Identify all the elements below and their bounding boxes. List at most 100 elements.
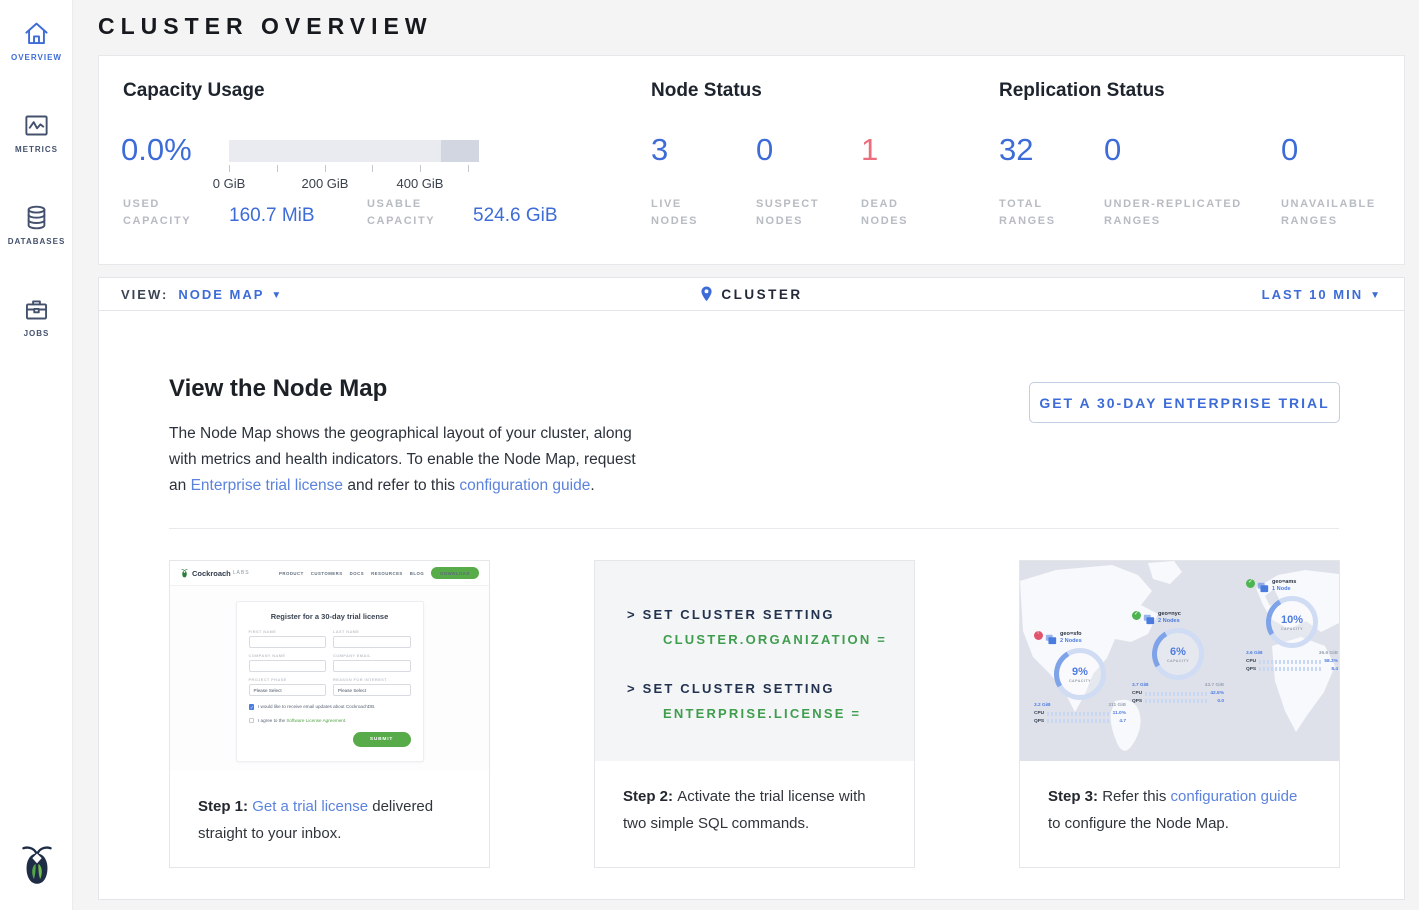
sidebar-item-overview[interactable]: OVERVIEW: [0, 16, 73, 68]
step-1-card: Cockroach LABS PRODUCT CUSTOMERS DOCS RE…: [169, 560, 490, 868]
sql-keyword: SET CLUSTER SETTING: [643, 607, 835, 622]
unavailable-ranges-label: UNAVAILABLE RANGES: [1281, 196, 1391, 230]
sidebar-item-label: METRICS: [0, 145, 73, 154]
qps-label: QPS: [1246, 667, 1256, 672]
mini-nav-item: CUSTOMERS: [311, 571, 343, 576]
sidebar-item-label: OVERVIEW: [0, 53, 73, 62]
mini-download-button: DOWNLOAD: [431, 567, 479, 579]
used-capacity-value: 160.7 MiB: [229, 205, 315, 227]
gauge-label: CAPACITY: [1069, 679, 1091, 683]
time-range-dropdown[interactable]: LAST 10 MIN ▼: [1262, 287, 1382, 302]
tick-label: 400 GiB: [393, 176, 447, 191]
step-3-label: Step 3:: [1048, 788, 1102, 805]
sql-prompt: >: [627, 681, 637, 696]
mini-nav-item: PRODUCT: [279, 571, 304, 576]
view-dropdown[interactable]: NODE MAP▼: [178, 287, 283, 302]
gauge-label: CAPACITY: [1167, 659, 1189, 663]
gauge-label: CAPACITY: [1281, 627, 1303, 631]
dead-nodes-value: 1: [861, 132, 878, 168]
step-2-card: > SET CLUSTER SETTING CLUSTER.ORGANIZATI…: [594, 560, 915, 868]
field-label: COMPANY EMAIL: [333, 653, 411, 658]
warning-status-icon: [1034, 631, 1043, 640]
page-title: CLUSTER OVERVIEW: [98, 13, 433, 40]
briefcase-icon: [23, 296, 50, 323]
unavailable-ranges-value: 0: [1281, 132, 1298, 168]
mini-nav-item: RESOURCES: [371, 571, 403, 576]
dead-nodes-label: DEAD NODES: [861, 196, 941, 230]
step-1-caption: Step 1: Get a trial license delivered st…: [170, 771, 489, 847]
capacity-usage-title: Capacity Usage: [123, 80, 265, 102]
view-toolbar: VIEW: NODE MAP▼ CLUSTER LAST 10 MIN▼: [98, 277, 1405, 311]
get-trial-license-link[interactable]: Get a trial license: [252, 798, 368, 815]
qps-label: QPS: [1034, 719, 1044, 724]
sidebar-item-jobs[interactable]: JOBS: [0, 292, 73, 344]
view-dropdown-value: NODE MAP: [178, 287, 264, 302]
chevron-down-icon: ▼: [1370, 290, 1382, 301]
mini-site-nav: PRODUCT CUSTOMERS DOCS RESOURCES BLOG DO…: [279, 567, 479, 579]
nodes-stack-icon: [1257, 581, 1269, 593]
cpu-sparkline: [1145, 692, 1207, 696]
cpu-label: CPU: [1246, 659, 1256, 664]
caption-text: Refer this: [1102, 788, 1170, 805]
field-label: COMPANY NAME: [249, 653, 327, 658]
suspect-nodes-label: SUSPECT NODES: [756, 196, 836, 230]
usable-capacity-value: 524.6 GiB: [473, 205, 558, 227]
qps-sparkline: [1047, 719, 1109, 723]
field-label: REASON FOR INTEREST: [333, 677, 411, 682]
capacity-axis-labels: 0 GiB 200 GiB 400 GiB: [229, 176, 479, 192]
checkbox-checked-icon: [249, 704, 255, 710]
enterprise-trial-button[interactable]: GET A 30-DAY ENTERPRISE TRIAL: [1029, 382, 1340, 423]
description-text: and refer to this: [343, 477, 459, 494]
gauge-percent: 6%: [1170, 646, 1186, 658]
email-updates-label: I would like to receive email updates ab…: [258, 704, 375, 709]
capacity-used: 3.7 GiB: [1132, 683, 1149, 688]
node-locality-nyc: geo=nyc 2 Nodes 6% CAPACITY 3.7 GiB43.7 …: [1132, 611, 1224, 704]
locality-name: geo=sfo: [1060, 631, 1082, 637]
sidebar-item-metrics[interactable]: METRICS: [0, 108, 73, 160]
total-ranges-label: TOTAL RANGES: [999, 196, 1079, 230]
time-range-value: LAST 10 MIN: [1262, 287, 1363, 302]
cluster-summary-card: Capacity Usage 0.0% 0 GiB 200 GiB 400 Gi…: [98, 55, 1405, 265]
under-replicated-ranges-label: UNDER-REPLICATED RANGES: [1104, 196, 1269, 230]
project-phase-select: Please Select: [249, 684, 327, 696]
step-3-caption: Step 3: Refer this configuration guide t…: [1020, 761, 1339, 837]
healthy-status-icon: [1246, 579, 1255, 588]
enterprise-trial-license-link[interactable]: Enterprise trial license: [191, 477, 343, 494]
sql-keyword: SET CLUSTER SETTING: [643, 681, 835, 696]
nodes-stack-icon: [1045, 633, 1057, 645]
used-capacity-label: USED CAPACITY: [123, 196, 203, 230]
section-divider: [169, 528, 1339, 529]
node-map-preview-illustration: geo=sfo 2 Nodes 9% CAPACITY 3.2 GiB311 G…: [1020, 561, 1339, 761]
live-nodes-value: 3: [651, 132, 668, 168]
mini-form-title: Register for a 30-day trial license: [249, 612, 411, 621]
sql-setting: ENTERPRISE.LICENSE =: [663, 706, 914, 721]
configuration-guide-link[interactable]: configuration guide: [459, 477, 590, 494]
locality-name: geo=ams: [1272, 579, 1296, 585]
nodes-stack-icon: [1143, 613, 1155, 625]
qps-sparkline: [1259, 667, 1321, 671]
step-1-label: Step 1:: [198, 798, 252, 815]
trial-registration-form: Register for a 30-day trial license FIRS…: [236, 601, 424, 762]
node-map-panel: View the Node Map The Node Map shows the…: [98, 311, 1405, 900]
capacity-gauge: 6% CAPACITY: [1152, 628, 1204, 680]
live-nodes-label: LIVE NODES: [651, 196, 731, 230]
sidebar: OVERVIEW METRICS DATABASES JOBS: [0, 0, 73, 910]
configuration-guide-link[interactable]: configuration guide: [1171, 788, 1298, 805]
database-icon: [23, 204, 50, 231]
sidebar-item-databases[interactable]: DATABASES: [0, 200, 73, 252]
tick-label: 0 GiB: [202, 176, 256, 191]
capacity-total: 36.6 GiB: [1319, 651, 1338, 656]
sidebar-item-label: JOBS: [0, 329, 73, 338]
locality-node-count: 1 Node: [1272, 586, 1296, 592]
breadcrumb-cluster-label: CLUSTER: [721, 287, 802, 302]
email-updates-checkbox-row: I would like to receive email updates ab…: [249, 704, 411, 710]
tick-label: 200 GiB: [298, 176, 352, 191]
replication-status-title: Replication Status: [999, 80, 1165, 102]
capacity-percent: 0.0%: [121, 132, 192, 168]
company-email-field: [333, 660, 411, 672]
cockroachdb-logo[interactable]: [0, 843, 73, 894]
capacity-usage-bar: 0 GiB 200 GiB 400 GiB: [229, 140, 479, 192]
qps-sparkline: [1145, 699, 1207, 703]
step-2-caption: Step 2: Activate the trial license with …: [595, 761, 914, 837]
sql-commands-illustration: > SET CLUSTER SETTING CLUSTER.ORGANIZATI…: [595, 561, 914, 761]
